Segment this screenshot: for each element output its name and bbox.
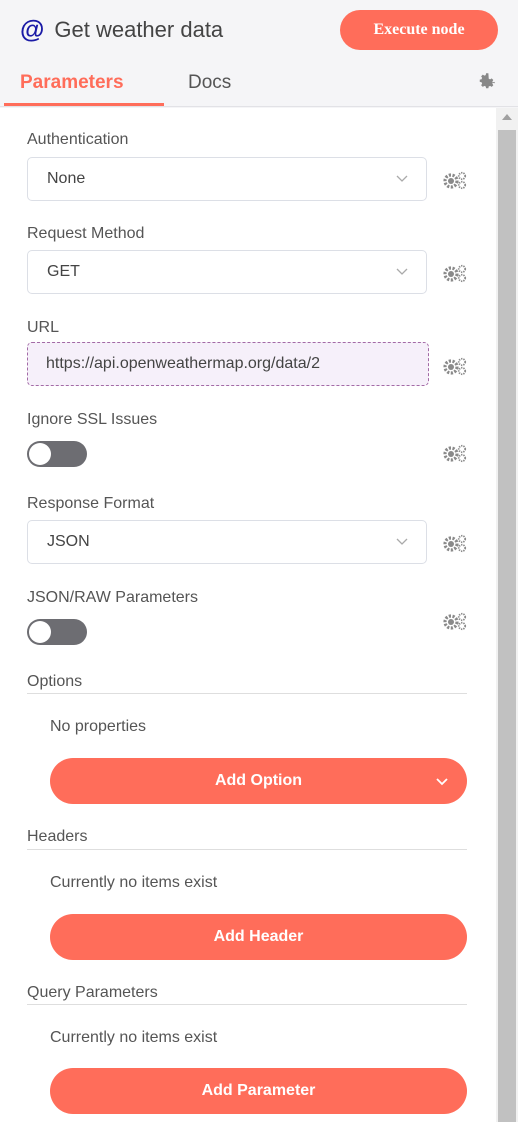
parameter-options-icon[interactable] <box>442 356 468 376</box>
tabs-divider <box>0 106 518 107</box>
scrollbar[interactable] <box>496 108 518 1122</box>
request-method-value: GET <box>47 263 80 280</box>
tab-docs[interactable]: Docs <box>188 72 231 94</box>
add-header-label: Add Header <box>213 928 304 945</box>
scroll-up-arrow-icon[interactable] <box>502 114 512 120</box>
url-input[interactable]: https://api.openweathermap.org/data/2 <box>27 342 429 386</box>
parameter-options-icon[interactable] <box>442 533 468 553</box>
chevron-down-icon <box>436 778 448 786</box>
parameter-options-icon[interactable] <box>442 263 468 283</box>
chevron-down-icon <box>396 268 408 275</box>
node-header: @ Get weather data Execute node Paramete… <box>0 0 518 110</box>
request-method-select[interactable]: GET <box>27 250 427 294</box>
authentication-value: None <box>47 170 86 187</box>
authentication-select[interactable]: None <box>27 157 427 201</box>
authentication-label: Authentication <box>27 131 129 148</box>
tab-parameters[interactable]: Parameters <box>20 72 124 94</box>
toggle-knob <box>29 443 51 465</box>
query-parameters-title: Query Parameters <box>27 984 158 1001</box>
response-format-select[interactable]: JSON <box>27 520 427 564</box>
parameter-options-icon[interactable] <box>442 170 468 190</box>
title-row: @ Get weather data <box>20 12 223 48</box>
tab-bar: Parameters Docs <box>0 60 518 106</box>
options-empty-text: No properties <box>50 718 147 735</box>
node-title[interactable]: Get weather data <box>54 17 223 43</box>
headers-title: Headers <box>27 828 88 845</box>
parameters-panel: Authentication None Request Method GET U… <box>0 108 496 1122</box>
query-parameters-divider <box>27 1004 467 1005</box>
add-parameter-button[interactable]: Add Parameter <box>50 1068 467 1114</box>
response-format-label: Response Format <box>27 495 155 512</box>
add-option-label: Add Option <box>214 772 303 789</box>
scrollbar-thumb[interactable] <box>498 130 516 1122</box>
parameter-options-icon[interactable] <box>442 443 468 463</box>
request-method-label: Request Method <box>27 225 145 242</box>
chevron-down-icon <box>396 175 408 182</box>
query-parameters-empty-text: Currently no items exist <box>50 1029 218 1046</box>
json-raw-label: JSON/RAW Parameters <box>27 589 198 606</box>
chevron-down-icon <box>396 538 408 545</box>
add-header-button[interactable]: Add Header <box>50 914 467 960</box>
response-format-value: JSON <box>47 533 90 550</box>
execute-node-button[interactable]: Execute node <box>340 10 498 50</box>
ignore-ssl-label: Ignore SSL Issues <box>27 411 158 428</box>
toggle-knob <box>29 621 51 643</box>
headers-empty-text: Currently no items exist <box>50 874 218 891</box>
add-option-button[interactable]: Add Option <box>50 758 467 804</box>
url-label: URL <box>27 319 60 336</box>
parameter-options-icon[interactable] <box>442 611 468 631</box>
options-title: Options <box>27 673 83 690</box>
url-value: https://api.openweathermap.org/data/2 <box>46 355 320 372</box>
ignore-ssl-toggle[interactable] <box>27 441 87 467</box>
headers-divider <box>27 849 467 850</box>
options-divider <box>27 693 467 694</box>
add-parameter-label: Add Parameter <box>201 1082 316 1099</box>
at-icon: @ <box>20 15 45 44</box>
json-raw-toggle[interactable] <box>27 619 87 645</box>
gear-icon[interactable] <box>476 70 498 92</box>
